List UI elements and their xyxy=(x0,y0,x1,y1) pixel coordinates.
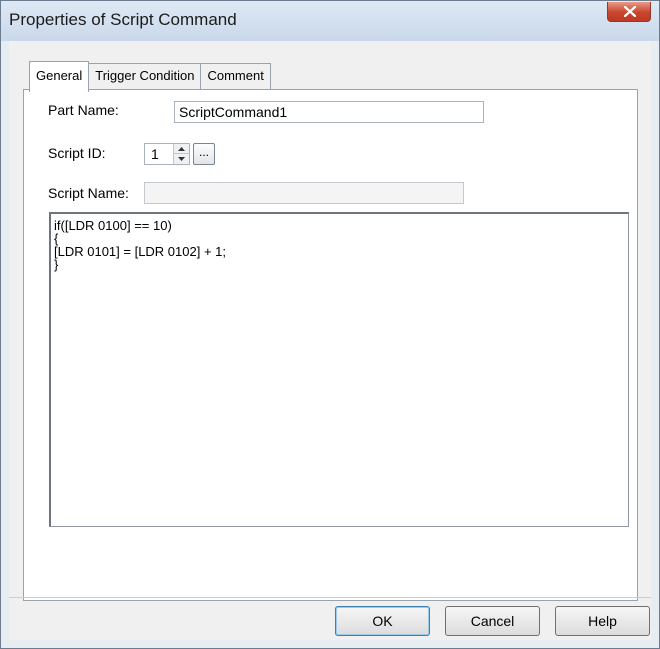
script-line: } xyxy=(54,257,59,272)
window-title: Properties of Script Command xyxy=(9,10,237,29)
ok-button[interactable]: OK xyxy=(335,606,430,636)
stepper-up-button[interactable] xyxy=(173,144,189,154)
script-id-stepper[interactable]: 1 xyxy=(144,143,190,165)
help-button[interactable]: Help xyxy=(555,606,650,636)
script-line: [LDR 0101] = [LDR 0102] + 1; xyxy=(54,244,226,259)
script-name-label: Script Name: xyxy=(48,185,129,201)
tab-strip: General Trigger Condition Comment xyxy=(29,61,271,92)
browse-script-button[interactable]: ... xyxy=(193,143,215,165)
tab-comment[interactable]: Comment xyxy=(200,63,271,90)
part-name-label: Part Name: xyxy=(48,102,119,118)
close-button[interactable] xyxy=(607,2,651,22)
script-name-input[interactable] xyxy=(144,182,464,204)
script-id-value: 1 xyxy=(151,146,159,162)
title-bar[interactable]: Properties of Script Command xyxy=(1,1,659,41)
script-editor[interactable]: if([LDR 0100] == 10) { [LDR 0101] = [LDR… xyxy=(49,212,629,527)
dialog-body: General Trigger Condition Comment Part N… xyxy=(9,41,651,640)
arrow-down-icon xyxy=(178,157,185,161)
close-icon xyxy=(624,6,636,17)
stepper-buttons xyxy=(173,144,189,164)
script-line: if([LDR 0100] == 10) xyxy=(54,218,172,233)
tab-general[interactable]: General xyxy=(29,61,90,92)
arrow-up-icon xyxy=(178,147,185,151)
part-name-input[interactable]: ScriptCommand1 xyxy=(174,101,484,123)
stepper-down-button[interactable] xyxy=(173,154,189,164)
footer-divider xyxy=(9,597,651,598)
cancel-button[interactable]: Cancel xyxy=(445,606,540,636)
tab-trigger-condition[interactable]: Trigger Condition xyxy=(88,63,202,90)
script-id-label: Script ID: xyxy=(48,145,106,161)
properties-dialog: Properties of Script Command General Tri… xyxy=(0,0,660,649)
